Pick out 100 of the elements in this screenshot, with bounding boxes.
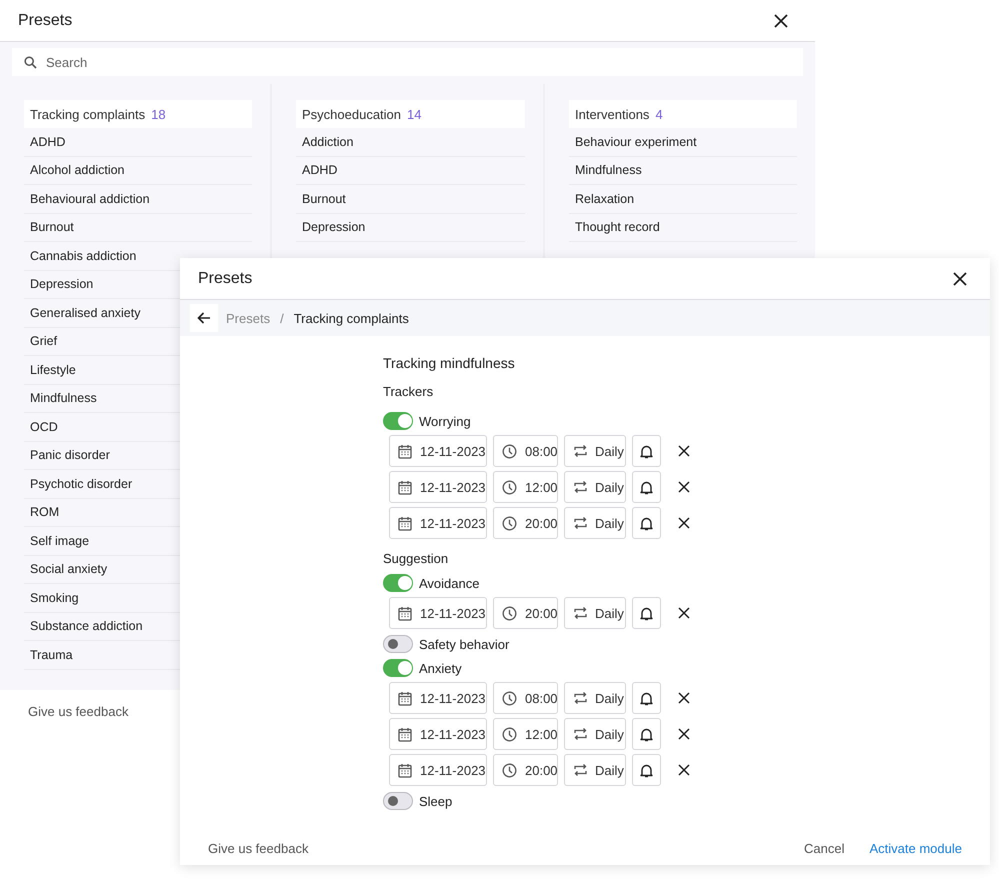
preset-item[interactable]: ROM — [30, 505, 60, 520]
preset-item[interactable]: Addiction — [302, 134, 354, 149]
repeat-icon — [573, 763, 588, 777]
preset-item[interactable]: Depression — [30, 277, 94, 292]
toggle-switch[interactable] — [383, 635, 413, 653]
calendar-icon — [398, 726, 412, 742]
date-picker[interactable]: 12-11-2023 — [389, 682, 487, 714]
category-title: Interventions — [575, 106, 650, 122]
time-picker[interactable]: 12:00 — [493, 471, 558, 503]
item-count: 18 — [151, 106, 166, 122]
clock-icon — [502, 444, 517, 458]
preset-item[interactable]: OCD — [30, 420, 58, 434]
toggle-switch[interactable] — [383, 659, 413, 677]
repeat-icon — [573, 691, 588, 705]
bell-icon[interactable] — [632, 471, 661, 503]
bell-icon[interactable] — [632, 682, 661, 714]
time-picker[interactable]: 20:00 — [493, 597, 558, 629]
calendar-icon — [398, 444, 412, 458]
bell-icon[interactable] — [632, 435, 661, 467]
category-title: Psychoeducation — [302, 106, 402, 122]
repeat-select[interactable]: Daily — [564, 435, 626, 467]
search-field[interactable]: Search — [12, 48, 803, 76]
preset-item[interactable]: Alcohol addiction — [30, 163, 125, 178]
clock-icon — [502, 690, 517, 706]
clock-icon — [502, 606, 517, 620]
time-picker[interactable]: 12:00 — [493, 718, 558, 750]
search-icon — [24, 56, 37, 69]
toggle-switch[interactable] — [383, 574, 413, 592]
window-title: Presets — [18, 12, 72, 30]
preset-item[interactable]: Trauma — [30, 648, 73, 662]
item-count: 14 — [407, 106, 422, 122]
tracker-label: Worrying — [419, 414, 471, 428]
repeat-select[interactable]: Daily — [564, 507, 626, 539]
preset-item[interactable]: Thought record — [575, 220, 660, 234]
date-picker[interactable]: 12-11-2023 — [389, 718, 487, 750]
section-title: Trackers — [383, 383, 434, 401]
item-count: 4 — [655, 106, 663, 122]
date-picker[interactable]: 12-11-2023 — [389, 507, 487, 539]
tracker-label: Safety behavior — [419, 636, 510, 652]
time-picker[interactable]: 08:00 — [493, 435, 558, 467]
preset-item[interactable]: Cannabis addiction — [30, 248, 136, 263]
preset-item[interactable]: Smoking — [30, 590, 79, 605]
date-picker[interactable]: 12-11-2023 — [389, 597, 487, 629]
repeat-select[interactable]: Daily — [564, 471, 626, 503]
bell-icon[interactable] — [632, 754, 661, 786]
bell-icon[interactable] — [632, 507, 661, 539]
preset-item[interactable]: ADHD — [30, 134, 66, 149]
preset-item[interactable]: Social anxiety — [30, 562, 108, 576]
time-picker[interactable]: 08:00 — [493, 682, 558, 714]
repeat-icon — [573, 606, 588, 620]
repeat-icon — [573, 727, 588, 741]
section-title: Suggestion — [383, 550, 450, 568]
calendar-icon — [398, 690, 412, 706]
category-title: Tracking complaints — [30, 106, 146, 122]
toggle-switch[interactable] — [383, 412, 413, 430]
bell-icon[interactable] — [632, 718, 661, 750]
clock-icon — [502, 762, 517, 778]
back-icon[interactable] — [190, 304, 218, 332]
preset-item[interactable]: Grief — [30, 334, 58, 348]
preset-item[interactable]: Panic disorder — [30, 448, 110, 462]
bell-icon[interactable] — [632, 597, 661, 629]
cancel-button[interactable]: Cancel — [804, 840, 844, 856]
preset-item[interactable]: Depression — [302, 220, 366, 234]
tracker-label: Sleep — [419, 794, 452, 808]
module-heading: Tracking mindfulness — [383, 354, 516, 373]
breadcrumb-separator: / — [280, 310, 284, 326]
calendar-icon — [398, 516, 412, 530]
repeat-select[interactable]: Daily — [564, 718, 626, 750]
calendar-icon — [398, 480, 412, 494]
repeat-select[interactable]: Daily — [564, 597, 626, 629]
preset-item[interactable]: Generalised anxiety — [30, 306, 140, 320]
activate-button[interactable]: Activate module — [870, 840, 962, 856]
preset-item[interactable]: Mindfulness — [30, 391, 97, 406]
date-picker[interactable]: 12-11-2023 — [389, 471, 487, 503]
repeat-select[interactable]: Daily — [564, 682, 626, 714]
preset-item[interactable]: Behaviour experiment — [575, 134, 697, 149]
preset-item[interactable]: Mindfulness — [575, 163, 642, 178]
preset-item[interactable]: Relaxation — [575, 192, 634, 206]
clock-icon — [502, 726, 517, 742]
preset-item[interactable]: Behavioural addiction — [30, 192, 150, 206]
preset-item[interactable]: Psychotic disorder — [30, 476, 132, 491]
repeat-icon — [573, 480, 588, 494]
clock-icon — [502, 480, 517, 494]
tracker-label: Anxiety — [419, 660, 462, 676]
date-picker[interactable]: 12-11-2023 — [389, 754, 487, 786]
feedback-link[interactable]: Give us feedback — [208, 840, 780, 856]
preset-item[interactable]: ADHD — [302, 163, 338, 178]
calendar-icon — [398, 606, 412, 620]
preset-item[interactable]: Burnout — [302, 192, 346, 206]
time-picker[interactable]: 20:00 — [493, 754, 558, 786]
preset-item[interactable]: Self image — [30, 534, 90, 548]
date-picker[interactable]: 12-11-2023 — [389, 435, 487, 467]
time-picker[interactable]: 20:00 — [493, 507, 558, 539]
toggle-switch[interactable] — [383, 792, 413, 810]
preset-item[interactable]: Substance addiction — [30, 619, 143, 634]
repeat-select[interactable]: Daily — [564, 754, 626, 786]
dialog-title: Presets — [198, 270, 252, 288]
feedback-link[interactable]: Give us feedback — [28, 704, 128, 719]
preset-item[interactable]: Lifestyle — [30, 362, 76, 377]
preset-item[interactable]: Burnout — [30, 220, 74, 234]
